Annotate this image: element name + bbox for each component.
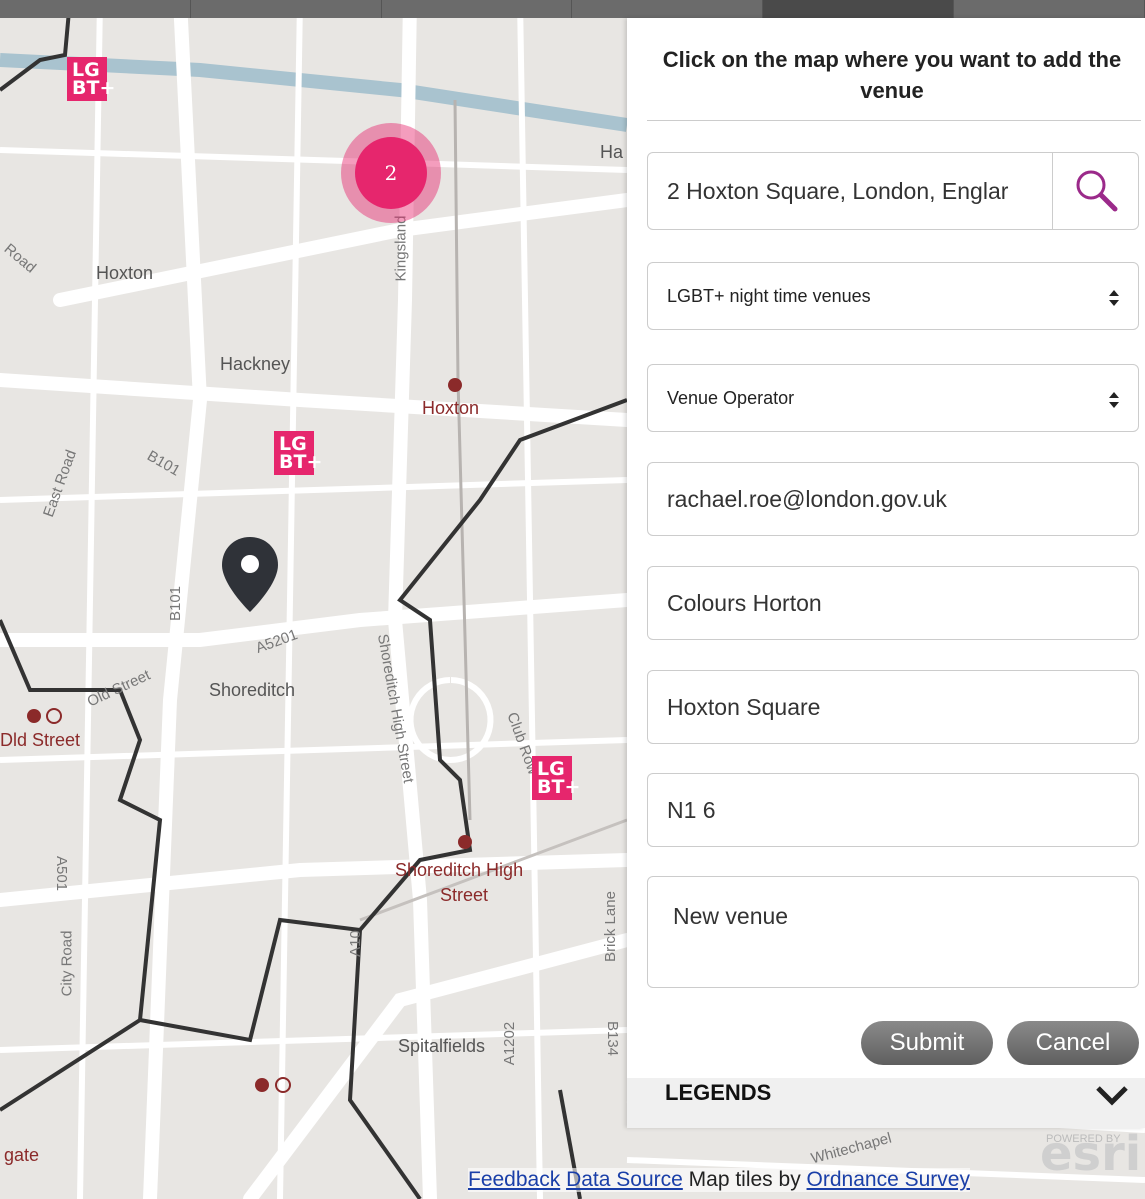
- panel-title: Click on the map where you want to add t…: [662, 47, 1122, 103]
- road-label-brick-lane: Brick Lane: [601, 891, 619, 962]
- category-value: LGBT+ night time venues: [667, 285, 871, 306]
- station-label-hoxton: Hoxton: [422, 398, 480, 418]
- address-search-input[interactable]: 2 Hoxton Square, London, Englar: [647, 152, 1139, 230]
- search-button[interactable]: [1052, 153, 1138, 229]
- road-label-kingsland: Kingsland: [392, 215, 410, 282]
- road-label-a10: A10: [346, 930, 364, 957]
- road-label-b101-vertical: B101: [167, 585, 185, 622]
- submit-button[interactable]: Submit: [861, 1021, 993, 1065]
- lgbt-venue-marker[interactable]: LG BT+: [67, 57, 115, 101]
- tiles-text: Map tiles by: [688, 1168, 801, 1191]
- add-venue-panel: Click on the map where you want to add t…: [627, 18, 1145, 1128]
- place-label-spitalfields: Spitalfields: [398, 1036, 486, 1056]
- street-value: Hoxton Square: [667, 693, 821, 720]
- place-label-hoxton: Hoxton: [96, 263, 154, 283]
- venue-name-field[interactable]: Colours Horton: [647, 566, 1139, 640]
- category-select[interactable]: LGBT+ night time venues: [647, 262, 1139, 330]
- email-value: rachael.roe@london.gov.uk: [667, 485, 947, 512]
- station-label-old-street: Dld Street: [0, 730, 81, 750]
- venue-name-value: Colours Horton: [667, 589, 822, 616]
- ordnance-survey-link[interactable]: Ordnance Survey: [807, 1168, 970, 1191]
- search-icon: [1076, 170, 1118, 212]
- road-label-b134: B134: [604, 1020, 622, 1057]
- nav-tab[interactable]: [381, 0, 573, 18]
- legends-label: LEGENDS: [665, 1080, 772, 1105]
- top-nav-bar: [0, 0, 1145, 18]
- role-select[interactable]: Venue Operator: [647, 364, 1139, 432]
- nav-tab[interactable]: [0, 0, 191, 18]
- location-pin-icon[interactable]: [222, 537, 278, 612]
- place-label-hackney: Hackney: [220, 354, 291, 374]
- station-label-shoreditch-high: Shoreditch High: [395, 860, 524, 880]
- road-label-ha: Ha: [600, 142, 624, 162]
- notes-value: New venue: [673, 903, 789, 929]
- cluster-marker[interactable]: 2: [341, 123, 441, 223]
- road-label-a501: A501: [53, 855, 71, 892]
- lgbt-venue-marker[interactable]: LG BT+: [274, 431, 322, 475]
- select-arrows-icon: [1109, 392, 1119, 408]
- cancel-button[interactable]: Cancel: [1007, 1021, 1139, 1065]
- place-label-shoreditch: Shoreditch: [209, 680, 296, 700]
- road-label-a1202: A1202: [501, 1021, 519, 1066]
- esri-logo: esri: [1040, 1126, 1142, 1182]
- postcode-field[interactable]: N1 6: [647, 773, 1139, 847]
- legends-bar[interactable]: LEGENDS: [627, 1078, 1145, 1128]
- role-value: Venue Operator: [667, 387, 795, 408]
- road-label-gate: gate: [4, 1145, 40, 1165]
- nav-tab[interactable]: [572, 0, 764, 18]
- feedback-link[interactable]: Feedback: [468, 1168, 560, 1191]
- lgbt-venue-marker[interactable]: LG BT+: [532, 756, 580, 800]
- nav-tab-active[interactable]: [763, 0, 955, 18]
- street-field[interactable]: Hoxton Square: [647, 670, 1139, 744]
- station-label-street: Street: [440, 885, 489, 905]
- cluster-count: 2: [355, 137, 427, 209]
- data-source-link[interactable]: Data Source: [566, 1168, 683, 1191]
- postcode-value: N1 6: [667, 796, 716, 823]
- divider: [647, 120, 1141, 121]
- road-label-city-road: City Road: [58, 930, 76, 997]
- chevron-down-icon[interactable]: [1095, 1084, 1129, 1106]
- nav-tab[interactable]: [954, 0, 1145, 18]
- select-arrows-icon: [1109, 290, 1119, 306]
- notes-textarea[interactable]: New venue: [647, 876, 1139, 988]
- email-field[interactable]: rachael.roe@london.gov.uk: [647, 462, 1139, 536]
- address-value: 2 Hoxton Square, London, Englar: [667, 177, 1009, 204]
- map-attribution: Feedback Data Source Map tiles by Ordnan…: [468, 1168, 970, 1192]
- nav-tab[interactable]: [190, 0, 382, 18]
